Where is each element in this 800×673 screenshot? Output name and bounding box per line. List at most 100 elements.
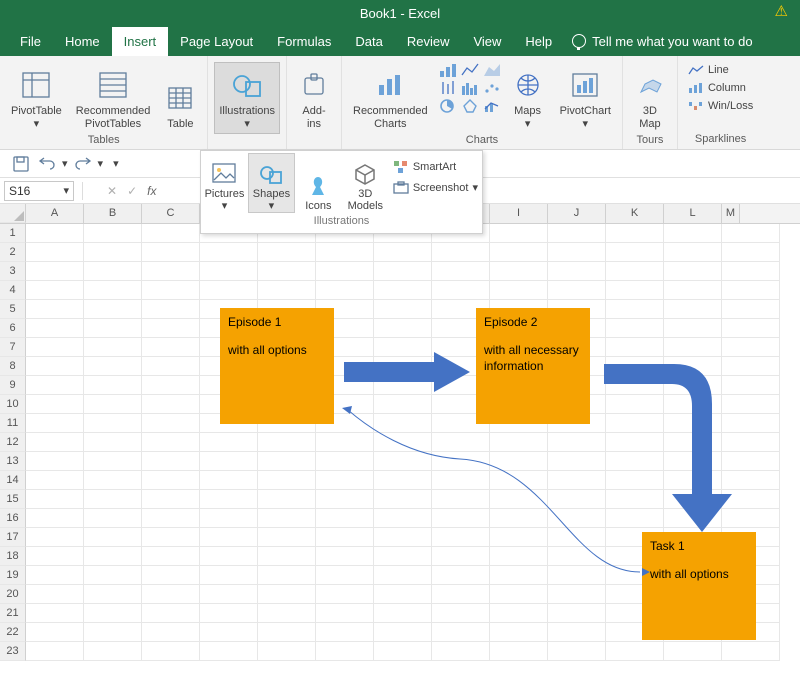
cell[interactable]	[664, 471, 722, 490]
cell[interactable]	[258, 281, 316, 300]
cell[interactable]	[374, 471, 432, 490]
cell[interactable]	[374, 547, 432, 566]
cell[interactable]	[606, 452, 664, 471]
cell[interactable]	[258, 262, 316, 281]
pivottable-button[interactable]: PivotTable ▾	[6, 62, 67, 134]
cell[interactable]	[664, 452, 722, 471]
cell[interactable]	[84, 300, 142, 319]
row-head-17[interactable]: 17	[0, 528, 26, 547]
3d-models-button[interactable]: 3D Models	[342, 153, 389, 213]
cell[interactable]	[26, 547, 84, 566]
cell[interactable]	[664, 243, 722, 262]
cell[interactable]	[490, 528, 548, 547]
cell[interactable]	[316, 490, 374, 509]
cell[interactable]	[548, 319, 606, 338]
cell[interactable]	[142, 547, 200, 566]
undo-drop-icon[interactable]: ▾	[62, 157, 68, 170]
cell[interactable]	[142, 528, 200, 547]
row-head-23[interactable]: 23	[0, 642, 26, 661]
cell[interactable]	[548, 490, 606, 509]
cell[interactable]	[142, 566, 200, 585]
cell[interactable]	[432, 262, 490, 281]
cell[interactable]	[722, 490, 780, 509]
row-head-16[interactable]: 16	[0, 509, 26, 528]
cell[interactable]	[432, 471, 490, 490]
cell[interactable]	[84, 281, 142, 300]
cell[interactable]	[490, 566, 548, 585]
maps-button[interactable]: Maps ▾	[507, 62, 549, 134]
cell[interactable]	[432, 623, 490, 642]
cell[interactable]	[548, 414, 606, 433]
cell[interactable]	[316, 471, 374, 490]
col-head-M[interactable]: M	[722, 204, 740, 223]
cell[interactable]	[432, 338, 490, 357]
cell[interactable]	[26, 262, 84, 281]
tab-review[interactable]: Review	[395, 27, 462, 56]
cell[interactable]	[432, 604, 490, 623]
cell[interactable]	[258, 319, 316, 338]
cell[interactable]	[26, 395, 84, 414]
cell[interactable]	[490, 604, 548, 623]
cell[interactable]	[664, 642, 722, 661]
cell[interactable]	[200, 604, 258, 623]
cell[interactable]	[26, 414, 84, 433]
cell[interactable]	[606, 585, 664, 604]
cell[interactable]	[200, 433, 258, 452]
chart-hist-icon[interactable]	[461, 80, 479, 96]
cell[interactable]	[432, 414, 490, 433]
cell[interactable]	[26, 452, 84, 471]
tab-formulas[interactable]: Formulas	[265, 27, 343, 56]
cell[interactable]	[664, 281, 722, 300]
tab-file[interactable]: File	[8, 27, 53, 56]
cell[interactable]	[84, 414, 142, 433]
cell[interactable]	[374, 414, 432, 433]
cell[interactable]	[258, 642, 316, 661]
cell[interactable]	[606, 319, 664, 338]
cell[interactable]	[316, 547, 374, 566]
shapes-button[interactable]: Shapes▾	[248, 153, 295, 213]
cell[interactable]	[432, 547, 490, 566]
cell[interactable]	[606, 604, 664, 623]
cell[interactable]	[374, 452, 432, 471]
cell[interactable]	[722, 528, 780, 547]
cell[interactable]	[200, 490, 258, 509]
cell[interactable]	[548, 604, 606, 623]
cell[interactable]	[26, 528, 84, 547]
cell[interactable]	[26, 566, 84, 585]
cell[interactable]	[606, 414, 664, 433]
cell[interactable]	[258, 243, 316, 262]
tab-home[interactable]: Home	[53, 27, 112, 56]
illustrations-button[interactable]: Illustrations ▾	[214, 62, 280, 134]
cell[interactable]	[26, 319, 84, 338]
name-box-drop-icon[interactable]: ▾	[63, 184, 69, 197]
cell[interactable]	[664, 623, 722, 642]
row-head-15[interactable]: 15	[0, 490, 26, 509]
cell[interactable]	[316, 642, 374, 661]
cell[interactable]	[26, 471, 84, 490]
cell[interactable]	[200, 338, 258, 357]
row-head-22[interactable]: 22	[0, 623, 26, 642]
cell[interactable]	[142, 243, 200, 262]
cell[interactable]	[374, 642, 432, 661]
cell[interactable]	[490, 319, 548, 338]
cell[interactable]	[258, 528, 316, 547]
cell[interactable]	[200, 376, 258, 395]
cell[interactable]	[84, 509, 142, 528]
cell[interactable]	[722, 452, 780, 471]
cell[interactable]	[664, 528, 722, 547]
cell[interactable]	[548, 566, 606, 585]
cell[interactable]	[26, 281, 84, 300]
cell[interactable]	[722, 224, 780, 243]
cell[interactable]	[142, 395, 200, 414]
redo-icon[interactable]	[72, 153, 94, 175]
cell[interactable]	[432, 566, 490, 585]
cell[interactable]	[200, 452, 258, 471]
cell[interactable]	[606, 281, 664, 300]
tab-insert[interactable]: Insert	[112, 27, 169, 56]
cell[interactable]	[142, 281, 200, 300]
cell[interactable]	[606, 338, 664, 357]
cell[interactable]	[606, 490, 664, 509]
cell[interactable]	[258, 566, 316, 585]
cell[interactable]	[548, 300, 606, 319]
tab-page-layout[interactable]: Page Layout	[168, 27, 265, 56]
